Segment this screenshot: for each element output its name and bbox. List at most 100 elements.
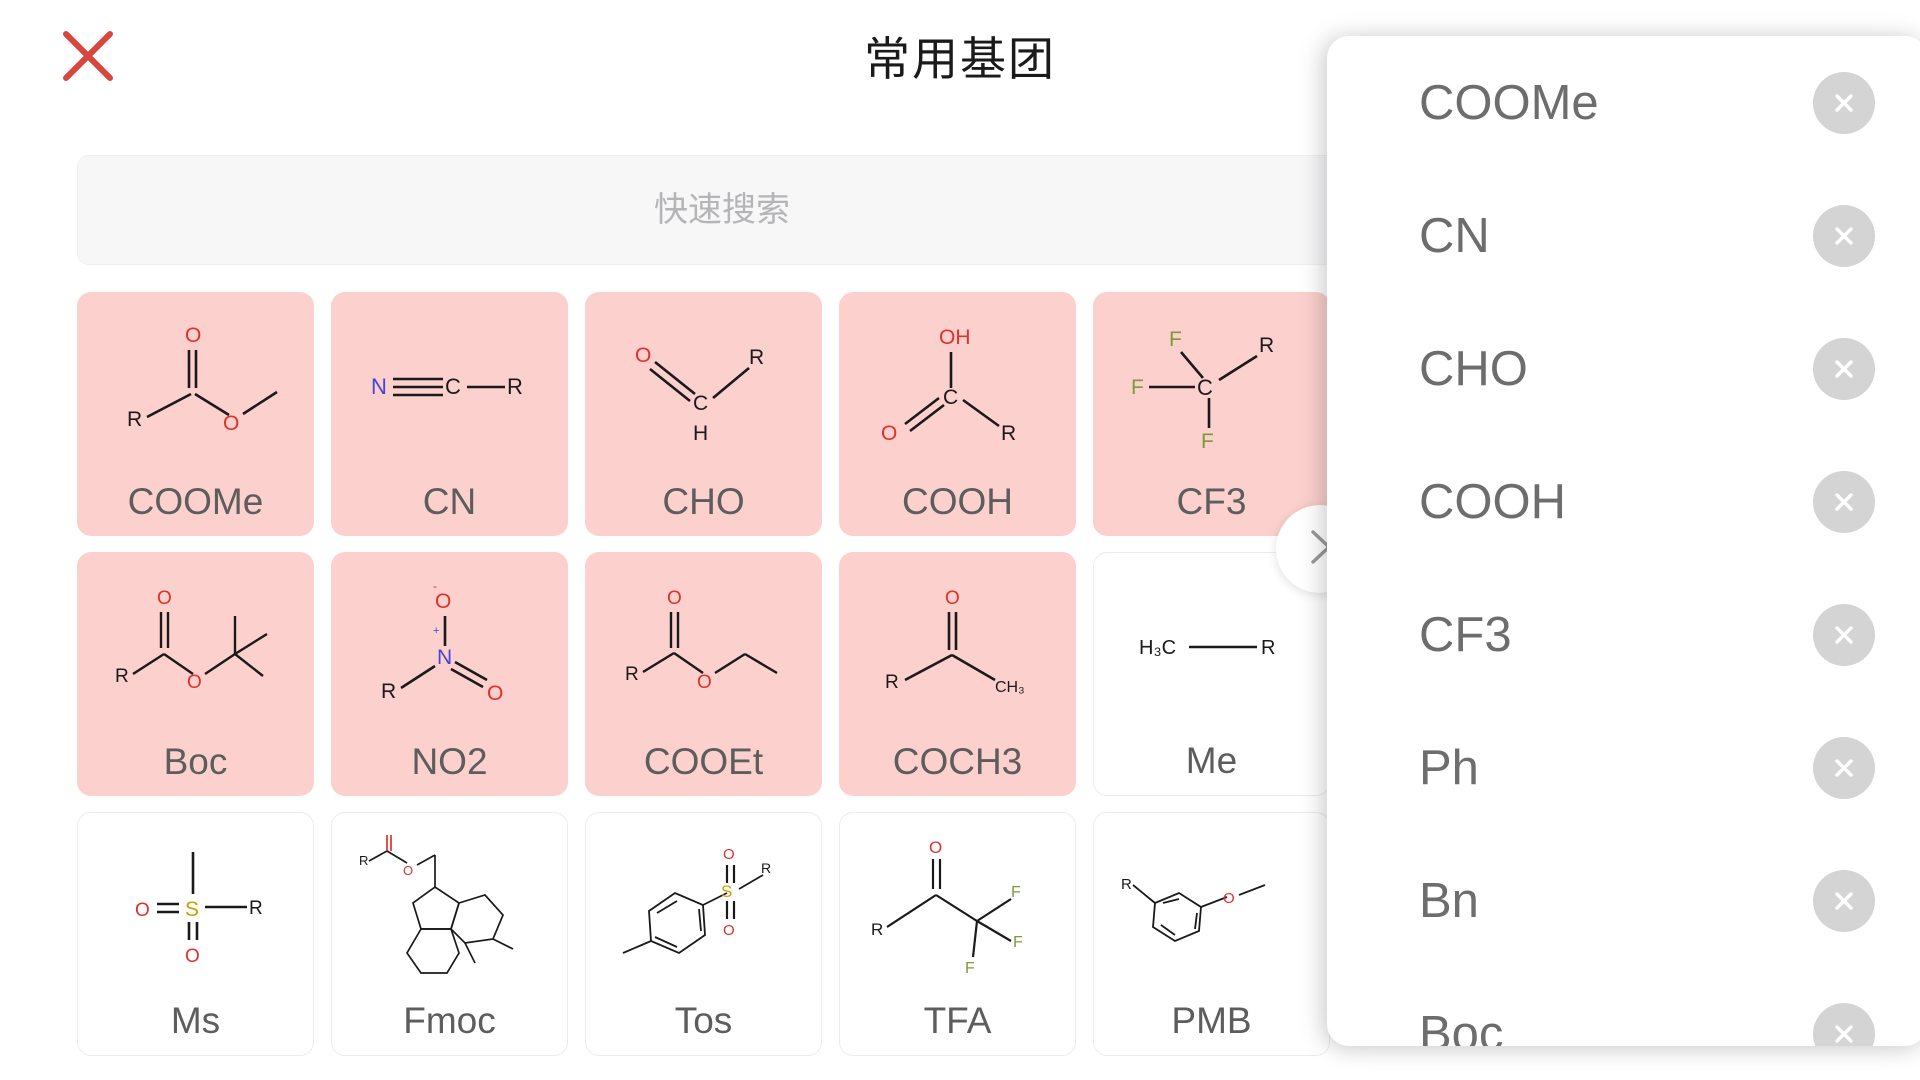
svg-text:R: R — [115, 666, 129, 687]
group-card-boc[interactable]: O R O Boc — [77, 552, 314, 796]
structure-coome: O R O — [77, 292, 314, 474]
svg-text:O: O — [945, 588, 960, 609]
group-card-tos[interactable]: S O O R Tos — [585, 812, 822, 1056]
svg-text:R: R — [507, 374, 523, 399]
svg-text:S: S — [185, 898, 199, 921]
svg-text:C: C — [943, 386, 958, 409]
structure-cf3: F F C F R — [1093, 292, 1330, 474]
group-card-label: Boc — [163, 741, 228, 782]
svg-text:O: O — [403, 863, 413, 878]
group-card-label: CN — [422, 481, 477, 522]
structure-cn: N C R — [331, 292, 568, 474]
functional-group-picker-dialog: 常用基团 O R O COOMe — [0, 0, 1920, 1080]
svg-text:O: O — [1223, 890, 1235, 907]
selected-group-label: COOMe — [1419, 75, 1599, 130]
group-card-cf3[interactable]: F F C F R CF3 — [1093, 292, 1330, 536]
list-item[interactable]: Ph — [1327, 701, 1920, 834]
structure-boc: O R O — [77, 552, 314, 734]
group-card-label: CHO — [662, 481, 745, 522]
group-card-pmb[interactable]: R O PMB — [1093, 812, 1330, 1056]
svg-text:R: R — [359, 853, 368, 868]
group-card-label: TFA — [923, 1000, 992, 1041]
list-item[interactable]: Bn — [1327, 834, 1920, 967]
svg-text:O: O — [723, 846, 735, 863]
list-item[interactable]: CF3 — [1327, 568, 1920, 701]
group-card-fmoc[interactable]: R O Fmoc — [331, 812, 568, 1056]
group-card-cho[interactable]: O C H R CHO — [585, 292, 822, 536]
group-card-label: COOMe — [127, 481, 264, 522]
svg-text:O: O — [723, 922, 735, 939]
svg-text:O: O — [697, 672, 712, 693]
svg-text:F: F — [1013, 934, 1023, 951]
circle-close-icon[interactable] — [1813, 1002, 1875, 1046]
list-item[interactable]: COOH — [1327, 435, 1920, 568]
svg-text:F: F — [1169, 328, 1182, 351]
group-card-tfa[interactable]: O R F F F TFA — [839, 812, 1076, 1056]
svg-text:+: + — [433, 625, 439, 637]
svg-text:R: R — [1121, 876, 1132, 893]
structure-cho: O C H R — [585, 292, 822, 474]
selected-groups-list: COOMe CN CHO COOH CF3 Ph Bn Boc — [1327, 36, 1920, 1046]
svg-text:R: R — [625, 664, 639, 685]
svg-text:O: O — [223, 412, 239, 435]
group-card-cn[interactable]: N C R CN — [331, 292, 568, 536]
group-card-me[interactable]: H₃C R Me — [1093, 552, 1330, 796]
svg-text:H₃C: H₃C — [1139, 637, 1176, 659]
structure-no2: - O + N R O — [331, 552, 568, 734]
selected-groups-panel: COOMe CN CHO COOH CF3 Ph Bn Boc — [1327, 36, 1920, 1046]
structure-cooet: O R O — [585, 552, 822, 734]
group-card-coch3[interactable]: O R CH₃ COCH3 — [839, 552, 1076, 796]
svg-text:R: R — [249, 898, 263, 919]
group-card-label: Ms — [170, 1000, 221, 1041]
svg-text:H: H — [693, 422, 708, 445]
group-card-no2[interactable]: - O + N R O NO2 — [331, 552, 568, 796]
svg-text:R: R — [1001, 422, 1016, 445]
svg-text:F: F — [1011, 884, 1021, 901]
group-card-label: COOEt — [643, 741, 764, 782]
svg-text:O: O — [667, 588, 682, 609]
search-bar[interactable] — [77, 155, 1367, 265]
group-card-label: PMB — [1171, 1000, 1252, 1041]
group-card-ms[interactable]: S O O R Ms — [77, 812, 314, 1056]
structure-ms: S O O R — [78, 813, 313, 993]
circle-close-icon[interactable] — [1813, 603, 1875, 666]
svg-text:CH₃: CH₃ — [995, 679, 1025, 696]
search-input[interactable] — [78, 155, 1366, 265]
svg-text:R: R — [1259, 334, 1274, 357]
svg-text:O: O — [487, 682, 503, 705]
list-item[interactable]: Boc — [1327, 967, 1920, 1046]
group-card-cooh[interactable]: OH C O R COOH — [839, 292, 1076, 536]
svg-text:R: R — [885, 672, 899, 693]
list-item[interactable]: COOMe — [1327, 36, 1920, 169]
group-card-coome[interactable]: O R O COOMe — [77, 292, 314, 536]
selected-group-label: CHO — [1419, 341, 1528, 396]
svg-text:O: O — [185, 946, 200, 967]
svg-text:O: O — [929, 838, 942, 857]
svg-text:F: F — [1131, 376, 1144, 399]
list-item[interactable]: CN — [1327, 169, 1920, 302]
svg-text:O: O — [185, 324, 201, 347]
structure-pmb: R O — [1094, 813, 1329, 993]
svg-text:R: R — [749, 346, 764, 369]
circle-close-icon[interactable] — [1813, 337, 1875, 400]
circle-close-icon[interactable] — [1813, 71, 1875, 134]
group-card-label: Tos — [674, 1000, 733, 1041]
svg-text:C: C — [693, 392, 708, 415]
group-card-label: Me — [1185, 740, 1238, 781]
circle-close-icon[interactable] — [1813, 736, 1875, 799]
circle-close-icon[interactable] — [1813, 204, 1875, 267]
group-card-label: NO2 — [411, 741, 488, 782]
svg-text:O: O — [881, 422, 897, 445]
svg-text:S: S — [721, 882, 732, 901]
svg-text:N: N — [437, 646, 452, 669]
group-card-cooet[interactable]: O R O COOEt — [585, 552, 822, 796]
circle-close-icon[interactable] — [1813, 869, 1875, 932]
circle-close-icon[interactable] — [1813, 470, 1875, 533]
svg-text:OH: OH — [939, 326, 971, 349]
svg-text:C: C — [445, 374, 461, 399]
svg-text:R: R — [761, 860, 771, 876]
group-card-label: Fmoc — [403, 1000, 496, 1041]
selected-group-label: Boc — [1419, 1006, 1504, 1047]
list-item[interactable]: CHO — [1327, 302, 1920, 435]
svg-text:R: R — [381, 680, 396, 703]
